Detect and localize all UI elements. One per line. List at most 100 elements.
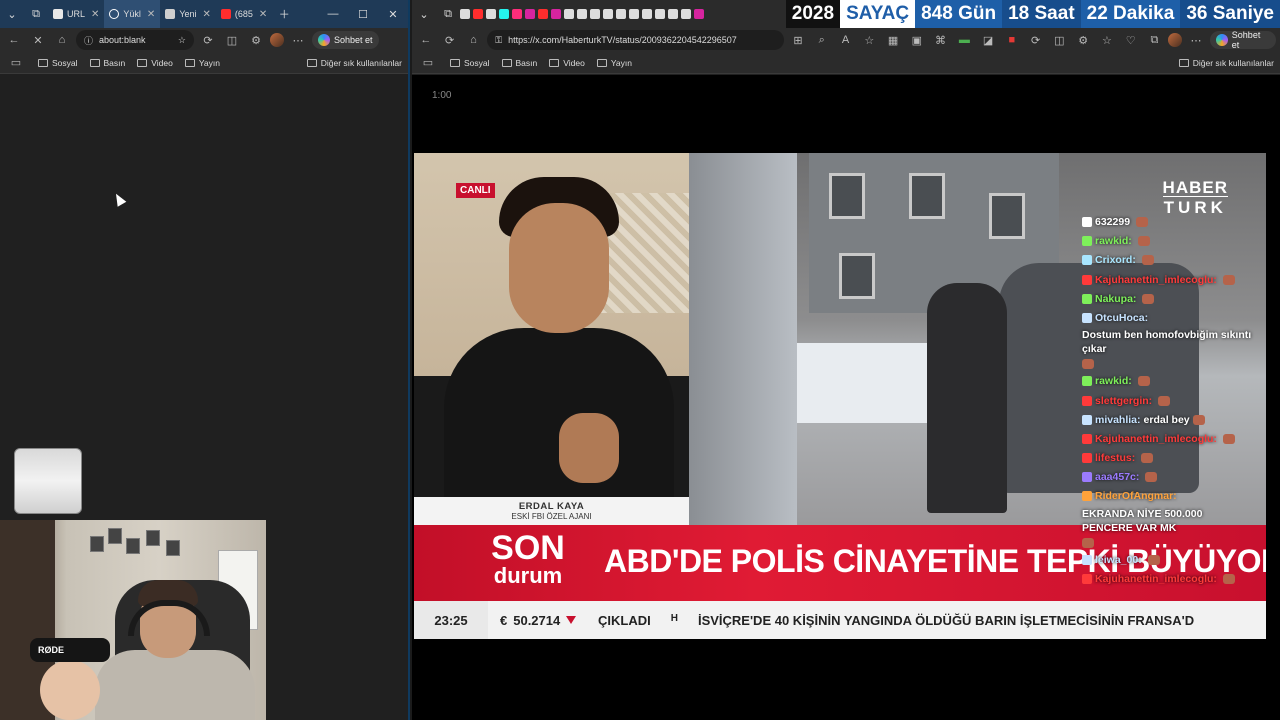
x-tab-icon[interactable]: [603, 9, 613, 19]
tiktok-tab-icon[interactable]: [499, 9, 509, 19]
home-icon[interactable]: ⌂: [52, 30, 72, 50]
tab-label: Yeni: [179, 9, 197, 19]
chat-emote-icon: [1082, 537, 1094, 548]
tab-close-icon[interactable]: ✕: [203, 9, 211, 20]
address-bar[interactable]: ⓘ about:blank ☆: [76, 30, 194, 50]
tab-close-icon[interactable]: ✕: [147, 9, 155, 20]
tab-close-icon[interactable]: ✕: [91, 9, 99, 20]
stop-loading-icon[interactable]: ✕: [28, 30, 48, 50]
collections-icon[interactable]: ▭: [6, 53, 26, 73]
extension-icon[interactable]: ▦: [883, 30, 903, 50]
profile-avatar[interactable]: [1168, 33, 1183, 47]
x-tab-icon[interactable]: [486, 9, 496, 19]
tab-url[interactable]: URL ✕: [48, 0, 104, 28]
back-icon[interactable]: ←: [416, 30, 436, 50]
tab-new[interactable]: Yeni ✕: [160, 0, 216, 28]
info-icon[interactable]: ⓘ: [84, 34, 93, 47]
read-aloud-icon[interactable]: A: [836, 30, 856, 50]
refresh-extension-icon[interactable]: ⟳: [1026, 30, 1046, 50]
extension-icon[interactable]: ◪: [978, 30, 998, 50]
x-tab-icon[interactable]: [681, 9, 691, 19]
tab-close-icon[interactable]: ✕: [259, 9, 267, 20]
collections-icon[interactable]: ⧉: [1145, 30, 1165, 50]
window-controls: — ☐ ✕: [318, 0, 408, 28]
extension-icon[interactable]: ▣: [907, 30, 927, 50]
split-screen-icon[interactable]: ◫: [222, 30, 242, 50]
extension-icon[interactable]: ⌘: [931, 30, 951, 50]
x-tab-icon[interactable]: [616, 9, 626, 19]
chat-message: Crixord:: [1082, 253, 1252, 267]
refresh-icon[interactable]: ⟳: [198, 30, 218, 50]
x-tab-icon[interactable]: [668, 9, 678, 19]
x-tab-icon[interactable]: [655, 9, 665, 19]
back-icon[interactable]: ←: [4, 30, 24, 50]
maximize-icon[interactable]: ☐: [348, 0, 378, 28]
tab-actions-icon[interactable]: ⌄: [0, 0, 24, 28]
x-tab-icon[interactable]: [629, 9, 639, 19]
bookmark-folder-basin[interactable]: Basın: [89, 58, 125, 68]
site-info-icon[interactable]: ⚿: [495, 35, 502, 46]
glass-overlay-image: [14, 448, 82, 514]
counter-hours: 18 Saat: [1002, 0, 1081, 28]
x-tab-icon[interactable]: [642, 9, 652, 19]
bookmark-folder-yayin[interactable]: Yayın: [184, 58, 220, 68]
other-favorites[interactable]: Diğer sık kullanılanlar: [1178, 58, 1274, 68]
tab-loading[interactable]: Yükl ✕: [104, 0, 161, 28]
home-icon[interactable]: ⌂: [464, 30, 484, 50]
other-favorites[interactable]: Diğer sık kullanılanlar: [306, 58, 402, 68]
guest-body: [444, 328, 674, 525]
extension-icon[interactable]: ■: [1002, 30, 1022, 50]
bookmark-label: Basın: [515, 57, 538, 68]
tab-youtube[interactable]: (685 ✕: [216, 0, 272, 28]
workspaces-icon[interactable]: ⧉: [24, 0, 48, 28]
x-tab-icon[interactable]: [590, 9, 600, 19]
chat-emote-icon: [1141, 453, 1154, 464]
extension-icon[interactable]: ▬: [954, 30, 974, 50]
favorite-star-icon[interactable]: ☆: [859, 30, 879, 50]
bookmark-folder-sosyal[interactable]: Sosyal: [450, 58, 490, 68]
app-available-icon[interactable]: ⊞: [788, 30, 808, 50]
news-ticker: 23:25 € 50.2714 ÇIKLADI H İSVİÇRE'DE 40 …: [414, 601, 1266, 639]
instagram-tab-icon[interactable]: [551, 9, 561, 19]
copilot-chat-button[interactable]: Sohbet et: [312, 31, 379, 49]
favorite-star-icon[interactable]: ☆: [178, 35, 186, 46]
tab-actions-icon[interactable]: ⌄: [412, 0, 436, 28]
extensions-icon[interactable]: ⚙: [1073, 30, 1093, 50]
folder-icon: [596, 58, 607, 67]
bookmark-folder-video[interactable]: Video: [137, 58, 173, 68]
copilot-chat-button[interactable]: Sohbet et: [1209, 30, 1276, 50]
bookmark-folder-sosyal[interactable]: Sosyal: [38, 58, 78, 68]
x-tab-icon[interactable]: [460, 9, 470, 19]
collections-icon[interactable]: ▭: [418, 53, 438, 73]
workspaces-icon[interactable]: ⧉: [436, 0, 460, 28]
more-menu-icon[interactable]: ⋯: [288, 30, 308, 50]
youtube-tab-icon[interactable]: [473, 9, 483, 19]
split-screen-icon[interactable]: ◫: [1050, 30, 1070, 50]
minimize-icon[interactable]: —: [318, 0, 348, 28]
zoom-icon[interactable]: ⌕: [812, 30, 832, 50]
profile-avatar[interactable]: [270, 33, 284, 47]
instagram-tab-icon[interactable]: [694, 9, 704, 19]
guest-name-plate: ERDAL KAYA ESKİ FBI ÖZEL AJANI: [414, 497, 689, 525]
logo-line-1: HABER: [1162, 178, 1228, 197]
bookmark-folder-yayin[interactable]: Yayın: [596, 58, 632, 68]
chat-badge-icon: [1082, 274, 1092, 285]
youtube-tab-icon[interactable]: [538, 9, 548, 19]
new-tab-icon[interactable]: ＋: [272, 0, 296, 28]
ticker-time: 23:25: [414, 601, 488, 639]
bookmark-folder-video[interactable]: Video: [549, 58, 585, 68]
address-bar[interactable]: ⚿ https://x.com/HaberturkTV/status/20093…: [487, 30, 785, 50]
x-tab-icon[interactable]: [564, 9, 574, 19]
favorites-icon[interactable]: ☆: [1097, 30, 1117, 50]
browser-essentials-icon[interactable]: ♡: [1121, 30, 1141, 50]
refresh-icon[interactable]: ⟳: [440, 30, 460, 50]
chat-username: aaa457c:: [1095, 471, 1140, 484]
more-menu-icon[interactable]: ⋯: [1186, 30, 1206, 50]
x-tab-icon[interactable]: [577, 9, 587, 19]
instagram-tab-icon[interactable]: [525, 9, 535, 19]
extensions-icon[interactable]: ⚙: [246, 30, 266, 50]
bookmark-folder-basin[interactable]: Basın: [501, 57, 538, 68]
close-window-icon[interactable]: ✕: [378, 0, 408, 28]
video-player[interactable]: 1:00 CANLI ERDAL KAYA ESKİ FBI ÖZEL AJAN…: [412, 75, 1280, 720]
x-tab-icon[interactable]: [512, 9, 522, 19]
